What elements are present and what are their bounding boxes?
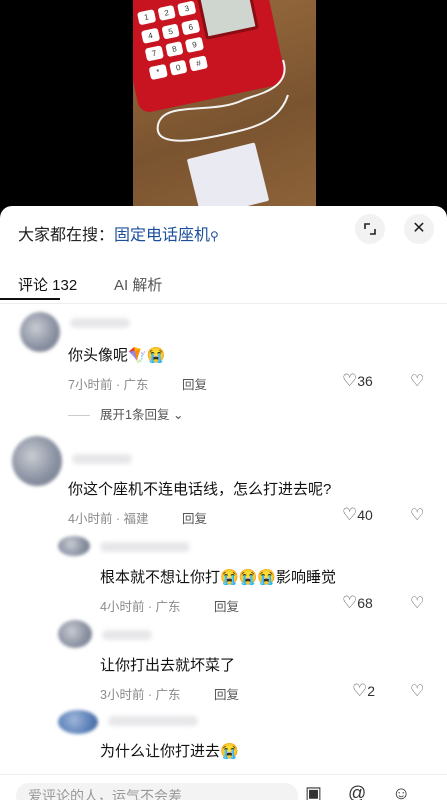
expand-replies-label: 展开1条回复 bbox=[100, 408, 170, 422]
heart-icon: ♡ bbox=[352, 681, 368, 700]
like-button[interactable]: ♡68 bbox=[342, 593, 373, 613]
reply-button[interactable]: 回复 bbox=[182, 508, 207, 527]
video-player[interactable]: 1 2 3 4 5 6 7 8 9 * 0 # bbox=[0, 0, 447, 206]
reply-button[interactable]: 回复 bbox=[214, 684, 239, 703]
reply-text: 让你打出去就坏菜了 bbox=[100, 657, 236, 674]
image-icon[interactable]: ▣ bbox=[305, 783, 322, 800]
search-icon: ⚲ bbox=[210, 229, 219, 243]
search-prefix: 大家都在搜： bbox=[18, 227, 115, 244]
avatar[interactable] bbox=[58, 536, 90, 556]
comment-input-bar: 爱评论的人，运气不会差 ▣ @ ☺ bbox=[0, 774, 447, 800]
reply-button[interactable]: 回复 bbox=[214, 596, 239, 615]
reply-button[interactable]: 回复 bbox=[182, 374, 207, 393]
like-button[interactable]: ♡2 bbox=[352, 681, 375, 701]
reply-time: 3小时前 · 广东 bbox=[100, 688, 181, 702]
reply-time: 4小时前 · 广东 bbox=[100, 600, 181, 614]
username[interactable] bbox=[100, 542, 190, 552]
tab-ai-analysis[interactable]: AI 解析 bbox=[114, 274, 162, 295]
avatar[interactable] bbox=[58, 620, 92, 648]
expand-replies-button[interactable]: 展开1条回复 ⌄ bbox=[68, 404, 183, 423]
divider-line bbox=[68, 415, 90, 417]
like-count: 40 bbox=[357, 507, 373, 523]
heart-icon: ♡ bbox=[342, 505, 358, 524]
close-icon[interactable]: ✕ bbox=[404, 214, 434, 244]
username[interactable] bbox=[108, 716, 198, 726]
username[interactable] bbox=[102, 630, 152, 640]
dislike-icon[interactable]: ♡ bbox=[410, 593, 424, 613]
like-count: 2 bbox=[367, 683, 376, 699]
emoji-icon[interactable]: ☺ bbox=[392, 783, 410, 800]
like-count: 36 bbox=[357, 373, 373, 389]
like-count: 68 bbox=[357, 595, 373, 611]
reply-text: 根本就不想让你打😭😭😭影响睡觉 bbox=[100, 569, 337, 586]
search-keyword[interactable]: 固定电话座机 bbox=[114, 227, 210, 244]
reply-text: 为什么让你打进去😭 bbox=[100, 743, 239, 760]
comment-sheet: 大家都在搜：固定电话座机⚲ ✕ 评论 132 AI 解析 你头像呢🪁😭 7小时前… bbox=[0, 206, 447, 800]
username[interactable] bbox=[70, 318, 130, 328]
heart-icon: ♡ bbox=[342, 371, 358, 390]
avatar[interactable] bbox=[58, 710, 98, 734]
divider bbox=[0, 303, 447, 304]
dislike-icon[interactable]: ♡ bbox=[410, 371, 424, 391]
heart-icon: ♡ bbox=[342, 593, 358, 612]
dislike-icon[interactable]: ♡ bbox=[410, 505, 424, 525]
comment-time: 4小时前 · 福建 bbox=[68, 512, 149, 526]
expand-icon[interactable] bbox=[355, 214, 385, 244]
dislike-icon[interactable]: ♡ bbox=[410, 681, 424, 701]
avatar[interactable] bbox=[12, 436, 62, 486]
chevron-down-icon: ⌄ bbox=[172, 408, 184, 422]
tab-comments[interactable]: 评论 132 bbox=[18, 274, 77, 295]
comment-text: 你头像呢🪁😭 bbox=[68, 347, 166, 364]
comment-time: 7小时前 · 广东 bbox=[68, 378, 149, 392]
like-button[interactable]: ♡36 bbox=[342, 371, 373, 391]
avatar[interactable] bbox=[20, 312, 60, 352]
tab-indicator bbox=[0, 298, 60, 300]
at-icon[interactable]: @ bbox=[348, 783, 366, 800]
search-suggestion[interactable]: 大家都在搜：固定电话座机⚲ bbox=[18, 221, 219, 245]
comment-input[interactable]: 爱评论的人，运气不会差 bbox=[16, 783, 298, 800]
like-button[interactable]: ♡40 bbox=[342, 505, 373, 525]
comment-text: 你这个座机不连电话线，怎么打进去呢? bbox=[68, 481, 332, 498]
video-frame: 1 2 3 4 5 6 7 8 9 * 0 # bbox=[133, 0, 316, 206]
username[interactable] bbox=[72, 454, 132, 464]
